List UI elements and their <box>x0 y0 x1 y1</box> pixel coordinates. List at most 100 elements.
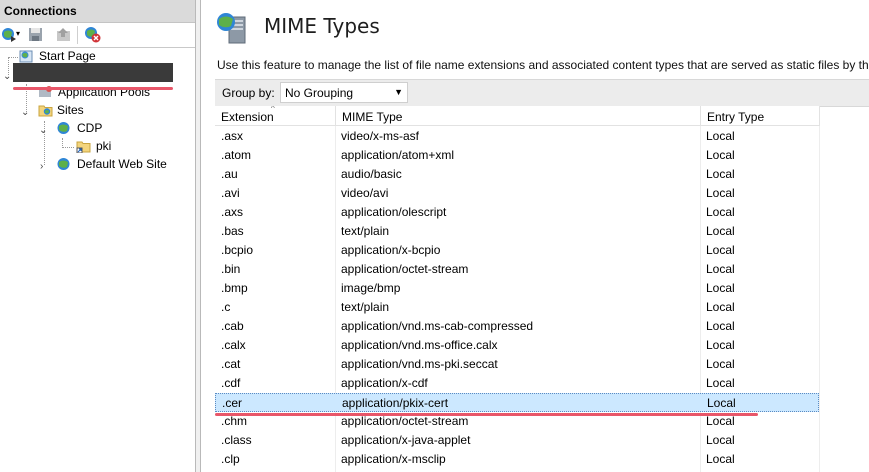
entry-type-cell: Local <box>706 357 735 371</box>
entry-type-cell: Local <box>706 186 735 200</box>
table-row[interactable]: .clp application/x-msclip Local <box>215 450 819 469</box>
start-page-icon <box>19 50 33 63</box>
table-row[interactable]: .class application/x-java-applet Local <box>215 431 819 450</box>
mime-type-cell: application/octet-stream <box>341 262 469 276</box>
group-by-value: No Grouping <box>285 86 354 100</box>
tree-item-cdp[interactable]: ⌄ CDP <box>0 119 190 137</box>
mime-type-cell: image/bmp <box>341 281 401 295</box>
tree-item-default-web-site[interactable]: › Default Web Site <box>0 155 190 173</box>
group-by-label: Group by: <box>222 86 275 100</box>
entry-type-cell: Local <box>706 224 735 238</box>
extension-cell: .chm <box>221 414 248 428</box>
redaction-box <box>13 63 173 82</box>
column-header-mime-type[interactable]: MIME Type <box>336 106 701 126</box>
mime-type-cell: application/pkix-cert <box>342 396 449 410</box>
entry-type-cell: Local <box>706 167 735 181</box>
mime-type-cell: application/atom+xml <box>341 148 455 162</box>
table-row[interactable]: .c text/plain Local <box>215 298 819 317</box>
virtual-directory-icon <box>76 141 91 153</box>
entry-type-cell: Local <box>706 205 735 219</box>
mime-type-cell: application/x-bcpio <box>341 243 441 257</box>
extension-cell: .asx <box>221 129 244 143</box>
table-row[interactable]: .bmp image/bmp Local <box>215 279 819 298</box>
table-row[interactable]: .avi video/avi Local <box>215 184 819 203</box>
mime-type-cell: application/vnd.ms-cab-compressed <box>341 319 534 333</box>
extension-cell: .cab <box>221 319 244 333</box>
table-row[interactable]: .bcpio application/x-bcpio Local <box>215 241 819 260</box>
chevron-right-icon[interactable]: › <box>40 158 43 176</box>
website-globe-icon <box>57 158 70 170</box>
group-by-dropdown[interactable]: No Grouping ▼ <box>280 82 408 103</box>
table-row[interactable]: .au audio/basic Local <box>215 165 819 184</box>
mime-type-cell: application/vnd.ms-office.calx <box>341 338 498 352</box>
disconnect-icon[interactable] <box>84 26 101 43</box>
tree-item-application-pools[interactable]: Application Pools <box>0 83 190 101</box>
mime-type-cell: video/avi <box>341 186 389 200</box>
entry-type-cell: Local <box>706 148 735 162</box>
entry-type-cell: Local <box>706 452 735 466</box>
column-header-extension[interactable]: Extension ^ <box>215 106 336 126</box>
entry-type-cell: Local <box>707 396 736 410</box>
dropdown-arrow-icon: ▼ <box>394 87 403 97</box>
mime-type-cell: text/plain <box>341 224 390 238</box>
mime-type-cell: application/x-cdf <box>341 376 428 390</box>
entry-type-cell: Local <box>706 281 735 295</box>
annotation-underline <box>13 87 173 90</box>
group-by-bar: Group by: No Grouping ▼ <box>215 79 869 107</box>
toolbar-separator <box>77 26 78 44</box>
table-row[interactable]: .cdf application/x-cdf Local <box>215 374 819 393</box>
up-icon[interactable] <box>55 26 72 43</box>
table-row[interactable]: .cat application/vnd.ms-pki.seccat Local <box>215 355 819 374</box>
tree-item-pki[interactable]: pki <box>0 137 190 155</box>
extension-cell: .c <box>221 300 231 314</box>
entry-type-cell: Local <box>706 262 735 276</box>
mime-type-cell: application/x-msclip <box>341 452 446 466</box>
table-row[interactable]: .atom application/atom+xml Local <box>215 146 819 165</box>
extension-cell: .cdf <box>221 376 241 390</box>
entry-type-cell: Local <box>706 243 735 257</box>
mime-type-cell: video/x-ms-asf <box>341 129 420 143</box>
table-row[interactable]: .cer application/pkix-cert Local <box>215 393 819 412</box>
rows-container: .asx video/x-ms-asf Local .atom application/… <box>215 127 835 469</box>
save-icon[interactable] <box>27 26 44 43</box>
connect-dropdown-icon[interactable]: ▾ <box>16 29 20 38</box>
mime-types-icon <box>217 13 246 44</box>
table-row[interactable]: .cab application/vnd.ms-cab-compressed Loc… <box>215 317 819 336</box>
table-row[interactable]: .bas text/plain Local <box>215 222 819 241</box>
mime-type-cell: text/plain <box>341 300 390 314</box>
extension-cell: .class <box>221 433 252 447</box>
extension-cell: .avi <box>221 186 240 200</box>
entry-type-cell: Local <box>706 433 735 447</box>
entry-type-cell: Local <box>706 319 735 333</box>
page-title: MIME Types <box>264 14 380 38</box>
sort-ascending-icon: ^ <box>271 106 275 113</box>
column-header-entry-type[interactable]: Entry Type <box>701 106 820 126</box>
column-headers: Extension ^ MIME Type Entry Type <box>215 106 835 127</box>
entry-type-cell: Local <box>706 129 735 143</box>
table-row[interactable]: .asx video/x-ms-asf Local <box>215 127 819 146</box>
extension-cell: .bcpio <box>221 243 254 257</box>
extension-cell: .bmp <box>221 281 248 295</box>
connections-header: Connections <box>0 0 195 23</box>
mime-type-cell: application/vnd.ms-pki.seccat <box>341 357 498 371</box>
table-row[interactable]: .bin application/octet-stream Local <box>215 260 819 279</box>
entry-type-cell: Local <box>706 300 735 314</box>
mime-type-cell: application/octet-stream <box>341 414 469 428</box>
connections-title: Connections <box>4 4 77 18</box>
feature-description: Use this feature to manage the list of f… <box>217 58 869 72</box>
website-globe-icon <box>57 122 70 134</box>
connections-pane: Connections ▾ Start Page ⌄ Application P… <box>0 0 195 472</box>
table-row[interactable]: .axs application/olescript Local <box>215 203 819 222</box>
tree-item-sites[interactable]: ⌄ Sites <box>0 101 190 119</box>
extension-cell: .calx <box>221 338 246 352</box>
mime-type-cell: application/olescript <box>341 205 447 219</box>
table-row[interactable]: .calx application/vnd.ms-office.calx Local <box>215 336 819 355</box>
extension-cell: .clp <box>221 452 240 466</box>
annotation-underline <box>215 413 758 416</box>
extension-cell: .axs <box>221 205 244 219</box>
mime-type-cell: application/x-java-applet <box>341 433 471 447</box>
mime-types-list[interactable]: Extension ^ MIME Type Entry Type .asx vid… <box>215 106 869 472</box>
connections-toolbar: ▾ <box>0 23 195 48</box>
entry-type-cell: Local <box>706 338 735 352</box>
extension-cell: .bas <box>221 224 244 238</box>
